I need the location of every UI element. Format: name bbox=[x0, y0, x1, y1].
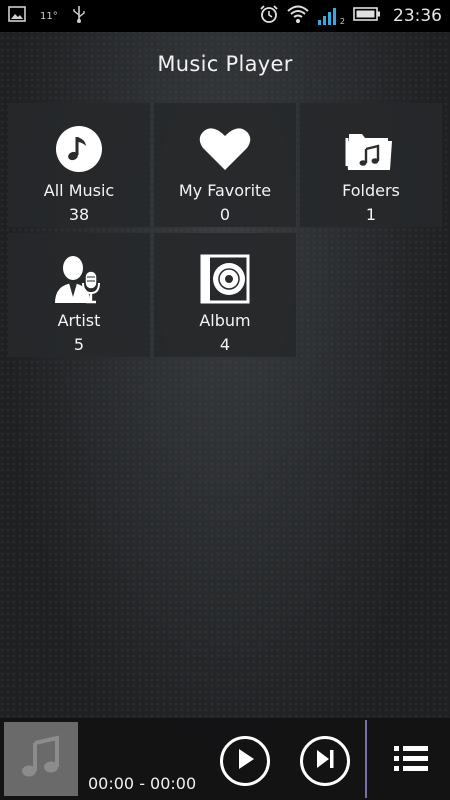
next-track-button[interactable] bbox=[300, 736, 350, 786]
tile-all-music[interactable]: All Music 38 bbox=[8, 103, 150, 227]
play-icon bbox=[234, 747, 256, 775]
tile-album[interactable]: Album 4 bbox=[154, 233, 296, 357]
status-bar: 11° 2 23:36 bbox=[0, 0, 450, 32]
mini-player: 00:00 - 00:00 bbox=[0, 718, 450, 800]
category-grid: All Music 38 My Favorite 0 Folders 1 Art… bbox=[8, 103, 442, 357]
tile-label: All Music bbox=[43, 181, 115, 200]
heart-icon bbox=[197, 123, 253, 175]
battery-icon bbox=[353, 6, 381, 26]
album-art-placeholder-icon bbox=[17, 733, 65, 785]
tile-artist[interactable]: Artist 5 bbox=[8, 233, 150, 357]
status-left-group: 11° bbox=[8, 5, 86, 27]
play-button[interactable] bbox=[220, 736, 270, 786]
tile-count: 4 bbox=[219, 335, 231, 354]
wifi-icon bbox=[287, 4, 309, 28]
album-art-thumbnail[interactable] bbox=[4, 722, 78, 796]
tile-my-favorite[interactable]: My Favorite 0 bbox=[154, 103, 296, 227]
tile-count: 5 bbox=[73, 335, 85, 354]
page-title: Music Player bbox=[157, 52, 293, 76]
music-note-icon bbox=[51, 123, 107, 175]
temperature-text: 11° bbox=[40, 10, 58, 22]
next-track-icon bbox=[313, 747, 337, 775]
playback-time: 00:00 - 00:00 bbox=[88, 774, 197, 793]
tile-label: My Favorite bbox=[178, 181, 272, 200]
tile-count: 38 bbox=[68, 205, 90, 224]
folder-music-icon bbox=[343, 123, 399, 175]
usb-icon bbox=[72, 5, 86, 27]
tile-label: Folders bbox=[342, 181, 400, 200]
player-divider bbox=[365, 720, 367, 798]
tile-count: 0 bbox=[219, 205, 231, 224]
tile-label: Artist bbox=[57, 311, 101, 330]
tile-folders[interactable]: Folders 1 bbox=[300, 103, 442, 227]
playlist-button[interactable] bbox=[386, 738, 436, 784]
playlist-icon bbox=[394, 745, 428, 777]
gallery-icon bbox=[8, 6, 26, 26]
title-bar: Music Player bbox=[0, 32, 450, 96]
tile-label: Album bbox=[199, 311, 251, 330]
album-disc-icon bbox=[197, 253, 253, 305]
signal-icon: 2 bbox=[317, 6, 345, 26]
signal-sim-tag: 2 bbox=[339, 17, 345, 26]
alarm-icon bbox=[259, 4, 279, 28]
status-right-group: 2 23:36 bbox=[259, 4, 442, 28]
tile-count: 1 bbox=[365, 205, 377, 224]
clock-time: 23:36 bbox=[393, 6, 442, 26]
artist-microphone-icon bbox=[51, 253, 107, 305]
